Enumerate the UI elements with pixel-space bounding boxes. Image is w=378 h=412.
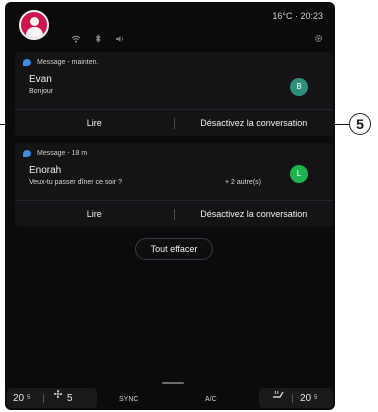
ac-button[interactable]: A/C [205,396,217,403]
notification-sender: Evan [29,74,52,85]
sync-button[interactable]: SYNC [119,396,138,403]
clear-all-button[interactable]: Tout effacer [135,238,213,260]
outside-temperature: 16°C [272,11,293,21]
left-temperature-fraction: 5 [27,395,31,401]
notification-card: Message - mainten. Evan Bonjour B Lire D… [15,52,333,136]
mute-conversation-button[interactable]: Désactivez la conversation [175,201,334,227]
notification-header: Message - mainten. [23,59,98,66]
notification-more-count: + 2 autre(s) [225,179,261,186]
settings-icon[interactable] [314,30,323,48]
notification-source: Message - mainten. [37,59,99,66]
notification-message: Veux-tu passer dîner ce soir ? [29,179,122,186]
seat-heat-icon[interactable] [271,386,285,404]
avatar-body [26,27,43,38]
notification-card: Message - 18 m Enorah Veux-tu passer dîn… [15,143,333,227]
notification-actions: Lire Désactivez la conversation [15,200,333,227]
right-temperature[interactable]: 20 [300,393,311,404]
bluetooth-icon [95,30,101,48]
contact-badge: B [290,78,308,96]
message-icon [23,150,31,157]
status-separator: · [294,11,298,21]
status-icons [71,30,125,48]
contact-badge: L [290,165,308,183]
mute-conversation-button[interactable]: Désactivez la conversation [175,110,334,136]
left-temperature[interactable]: 20 [13,393,24,404]
volume-icon [115,30,125,48]
notification-actions: Lire Désactivez la conversation [15,109,333,136]
callout-leader-left [0,124,5,125]
drawer-handle[interactable] [162,382,184,384]
right-temperature-fraction: 5 [314,395,318,401]
clock: 20:23 [300,11,323,21]
wifi-icon [71,30,81,48]
read-button[interactable]: Lire [15,201,174,227]
climate-bar: 20 5 5 SYNC A/C 20 5 [5,386,335,410]
message-icon [23,59,31,66]
callout-leader-right [335,124,349,125]
fan-icon[interactable] [53,386,63,404]
climate-divider [43,394,44,403]
notification-header: Message - 18 m [23,150,87,157]
notification-source: Message - 18 m [37,150,88,157]
infotainment-screen: 16°C · 20:23 Message - mainten. Evan Bon… [5,2,335,410]
notification-message: Bonjour [29,88,54,95]
climate-divider [292,394,293,403]
read-button[interactable]: Lire [15,110,174,136]
callout-number: 5 [349,113,371,135]
status-readout: 16°C · 20:23 [272,11,323,21]
profile-avatar[interactable] [19,10,49,40]
fan-level: 5 [67,393,73,404]
avatar-head [30,17,39,26]
notification-sender: Enorah [29,165,62,176]
